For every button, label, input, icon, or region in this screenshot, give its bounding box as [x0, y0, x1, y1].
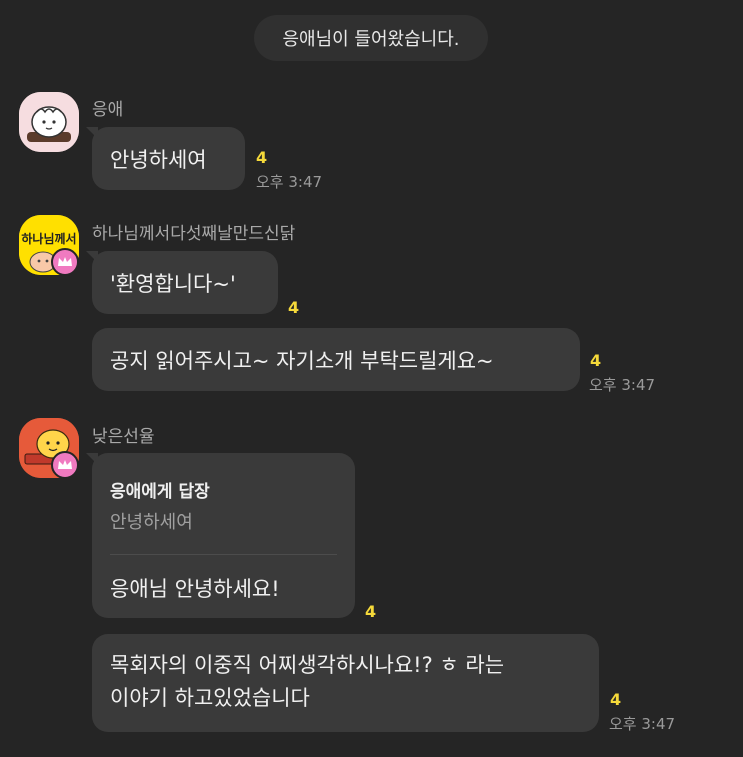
message-bubble[interactable]: 목회자의 이중직 어찌생각하시나요!? ㅎ 라는 이야기 하고있었습니다: [92, 634, 599, 732]
unread-count: 4: [365, 602, 377, 621]
reply-quoted-text: 안녕하세여: [110, 512, 193, 533]
crown-badge: [51, 248, 79, 276]
message-bubble[interactable]: 공지 읽어주시고~ 자기소개 부탁드릴게요~: [92, 328, 580, 391]
unread-count: 4: [590, 351, 602, 370]
message-bubble[interactable]: '환영합니다~': [92, 251, 278, 314]
crown-badge: [51, 451, 79, 479]
message-time: 오후 3:47: [609, 715, 676, 733]
avatar[interactable]: [19, 92, 79, 152]
crown-icon: [58, 460, 72, 469]
message-text-line: 이야기 하고있었습니다: [110, 686, 310, 710]
message-bubble[interactable]: 안녕하세여: [92, 127, 245, 190]
sender-name: 응애: [92, 100, 124, 120]
system-notice: 응애님이 들어왔습니다.: [254, 15, 488, 61]
avatar-caption: 하나님께서: [21, 232, 77, 246]
reply-bubble[interactable]: 응애에게 답장 안녕하세여 응애님 안녕하세요!: [92, 453, 355, 618]
unread-count: 4: [610, 690, 622, 709]
message-text: 공지 읽어주시고~ 자기소개 부탁드릴게요~: [110, 348, 494, 373]
sender-name: 하나님께서다섯째날만드신닭: [92, 224, 296, 244]
message-text: 안녕하세여: [110, 147, 207, 172]
unread-count: 4: [288, 298, 300, 317]
sheep-character-avatar-icon: [19, 92, 79, 152]
message-time: 오후 3:47: [589, 376, 656, 394]
unread-count: 4: [256, 148, 268, 167]
reply-target: 응애에게 답장: [110, 482, 210, 502]
message-text: 응애님 안녕하세요!: [110, 577, 280, 601]
message-time: 오후 3:47: [256, 173, 323, 191]
message-text-line: 목회자의 이중직 어찌생각하시나요!? ㅎ 라는: [110, 653, 505, 677]
sender-name: 낮은선율: [92, 427, 155, 447]
message-text: '환영합니다~': [110, 271, 236, 296]
crown-icon: [58, 257, 72, 266]
reply-divider: [110, 554, 337, 555]
system-notice-text: 응애님이 들어왔습니다.: [282, 29, 460, 50]
